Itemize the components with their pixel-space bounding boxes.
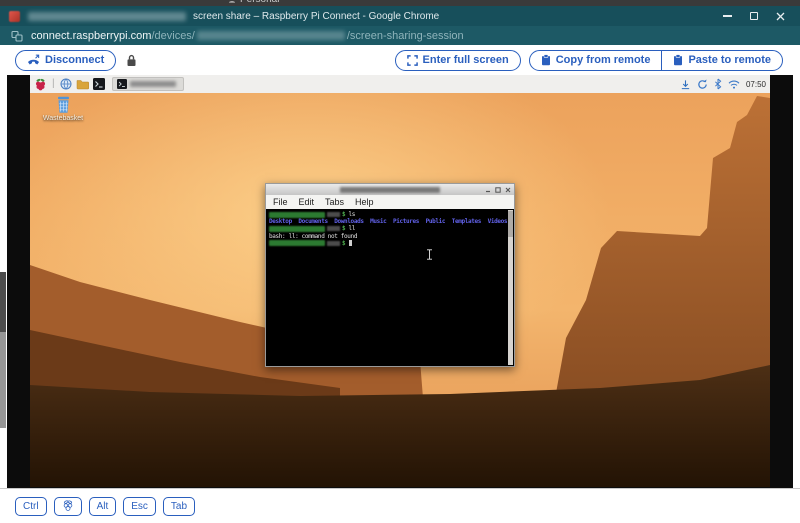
close-icon[interactable]	[776, 12, 785, 21]
redacted-window-title	[130, 81, 176, 87]
redacted-prompt-user	[269, 212, 325, 218]
url-bar[interactable]: connect.raspberrypi.com/devices/ /screen…	[0, 26, 800, 45]
disconnect-button[interactable]: Disconnect	[15, 50, 116, 71]
redacted-prompt-path	[327, 212, 340, 217]
redacted-prompt-path	[327, 226, 340, 231]
raspberry-key-icon	[62, 500, 74, 512]
taskbar-status-area: 07:50	[680, 78, 766, 90]
terminal-minimize-icon[interactable]	[485, 187, 491, 193]
maximize-icon[interactable]	[750, 12, 758, 20]
session-toolbar: Disconnect Enter full screen Copy from r…	[0, 45, 800, 75]
terminal-output[interactable]: $ ls Desktop Documents Downloads Music P…	[265, 209, 515, 367]
disconnect-icon	[27, 54, 40, 66]
wastebasket-desktop-icon[interactable]: Wastebasket	[40, 96, 86, 122]
terminal-line: $ ll	[269, 225, 511, 232]
profile-label: Personal	[240, 0, 279, 5]
taskbar-window-button-terminal[interactable]	[112, 77, 184, 91]
terminal-line: $ ls	[269, 211, 511, 218]
remote-desktop[interactable]: Wastebasket	[30, 93, 770, 487]
chrome-titlebar: screen share – Raspberry Pi Connect - Go…	[0, 6, 800, 26]
remote-taskbar: |	[30, 75, 770, 93]
copy-from-remote-button[interactable]: Copy from remote	[530, 51, 662, 70]
minimize-icon[interactable]	[723, 15, 732, 17]
esc-key-button[interactable]: Esc	[123, 497, 156, 516]
window-controls	[723, 12, 785, 21]
downloads-icon[interactable]	[680, 79, 691, 90]
lock-icon	[126, 54, 137, 67]
redacted-device-id	[197, 31, 345, 40]
paste-to-remote-button[interactable]: Paste to remote	[661, 51, 782, 70]
paste-icon	[673, 54, 683, 66]
terminal-line: Desktop Documents Downloads Music Pictur…	[269, 218, 511, 225]
terminal-line: bash: ll: command not found	[269, 233, 511, 240]
terminal-menu-tabs[interactable]: Tabs	[325, 197, 344, 207]
profile-icon	[228, 0, 236, 3]
terminal-window-controls	[485, 187, 511, 193]
virtual-key-bar: Ctrl Alt Esc Tab	[0, 488, 800, 523]
app-info-icon[interactable]	[11, 30, 23, 42]
terminal-maximize-icon[interactable]	[495, 187, 501, 193]
redacted-prompt-path	[327, 241, 340, 246]
secure-session-indicator	[126, 54, 137, 67]
virtual-keys: Ctrl Alt Esc Tab	[15, 497, 195, 516]
url-path-suffix: /screen-sharing-session	[347, 30, 464, 42]
terminal-scrollbar-thumb[interactable]	[508, 211, 513, 237]
terminal-icon	[117, 79, 127, 89]
terminal-launcher-icon[interactable]	[93, 78, 105, 90]
copy-from-remote-label: Copy from remote	[556, 54, 651, 66]
fullscreen-icon	[407, 55, 418, 66]
window-title: screen share – Raspberry Pi Connect - Go…	[193, 11, 439, 22]
browser-launcher-icon[interactable]	[60, 78, 72, 90]
terminal-menu-edit[interactable]: Edit	[299, 197, 315, 207]
taskbar-separator: |	[52, 79, 55, 89]
enter-full-screen-button[interactable]: Enter full screen	[395, 50, 521, 71]
alt-key-button[interactable]: Alt	[89, 497, 117, 516]
terminal-scrollbar[interactable]	[508, 210, 513, 365]
terminal-titlebar[interactable]	[265, 183, 515, 195]
url-path-prefix: /devices/	[151, 30, 194, 42]
redacted-device-name	[28, 12, 186, 21]
screen-share-viewport: |	[0, 75, 800, 488]
terminal-window[interactable]: File Edit Tabs Help $ ls Desktop Documen…	[265, 183, 515, 367]
wifi-icon[interactable]	[728, 80, 740, 89]
copy-icon	[541, 54, 551, 66]
terminal-menu-help[interactable]: Help	[355, 197, 374, 207]
app-favicon	[9, 11, 20, 22]
terminal-menubar: File Edit Tabs Help	[265, 195, 515, 209]
taskbar-clock[interactable]: 07:50	[746, 80, 766, 89]
enter-full-screen-label: Enter full screen	[423, 54, 509, 66]
paste-to-remote-label: Paste to remote	[688, 54, 771, 66]
window-edge-artifact	[0, 272, 6, 332]
terminal-line: $	[269, 240, 511, 247]
terminal-menu-file[interactable]: File	[273, 197, 288, 207]
redacted-prompt-user	[269, 240, 325, 246]
trash-icon	[55, 96, 72, 114]
disconnect-label: Disconnect	[45, 54, 104, 66]
window-edge-artifact	[0, 332, 6, 428]
file-manager-icon[interactable]	[76, 79, 89, 90]
redacted-terminal-title	[340, 187, 440, 193]
terminal-cursor	[349, 240, 353, 246]
url-host: connect.raspberrypi.com	[31, 30, 151, 42]
updates-sync-icon[interactable]	[697, 79, 708, 90]
terminal-close-icon[interactable]	[505, 187, 511, 193]
redacted-prompt-user	[269, 226, 325, 232]
text-cursor-pointer	[426, 249, 433, 260]
bluetooth-icon[interactable]	[714, 78, 722, 90]
remote-screen[interactable]: |	[30, 75, 770, 487]
ctrl-key-button[interactable]: Ctrl	[15, 497, 47, 516]
tab-key-button[interactable]: Tab	[163, 497, 195, 516]
toolbar-right-actions: Enter full screen Copy from remote Paste…	[395, 50, 783, 71]
wastebasket-label: Wastebasket	[43, 115, 83, 122]
raspberry-menu-icon[interactable]	[34, 78, 47, 91]
clipboard-button-group: Copy from remote Paste to remote	[529, 50, 783, 71]
super-key-button[interactable]	[54, 497, 82, 516]
